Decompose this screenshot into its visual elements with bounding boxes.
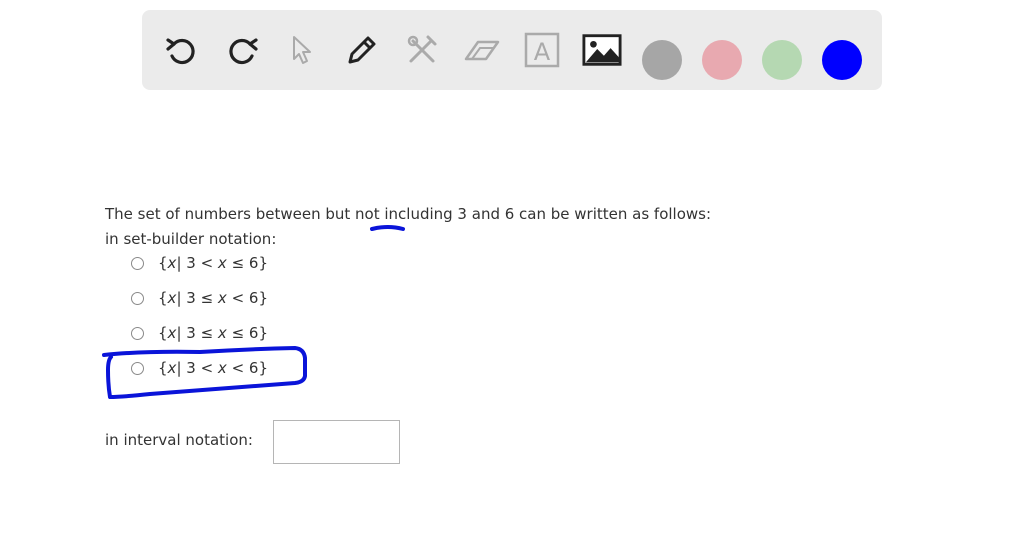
option-label: {x| 3 ≤ x < 6} bbox=[158, 289, 269, 307]
question-text: The set of numbers between but not inclu… bbox=[105, 205, 712, 223]
redo-button[interactable] bbox=[222, 30, 262, 70]
option-label: {x| 3 ≤ x ≤ 6} bbox=[158, 324, 269, 342]
color-swatch-blue[interactable] bbox=[822, 40, 862, 80]
tools-button[interactable] bbox=[402, 30, 442, 70]
option-2[interactable]: {x| 3 ≤ x < 6} bbox=[131, 286, 268, 310]
underline-annotation bbox=[370, 225, 405, 231]
eraser-icon bbox=[464, 40, 500, 61]
pointer-icon bbox=[293, 36, 311, 64]
interval-notation-input[interactable] bbox=[273, 420, 400, 464]
text-icon: A bbox=[524, 32, 560, 68]
text-tool-button[interactable]: A bbox=[522, 30, 562, 70]
image-tool-button[interactable] bbox=[582, 30, 622, 70]
select-tool-button[interactable] bbox=[282, 30, 322, 70]
pen-tool-button[interactable] bbox=[342, 30, 382, 70]
option-4[interactable]: {x| 3 < x < 6} bbox=[131, 356, 268, 380]
color-swatch-gray[interactable] bbox=[642, 40, 682, 80]
interval-notation-label: in interval notation: bbox=[105, 431, 253, 449]
redo-icon bbox=[229, 38, 258, 65]
image-icon bbox=[582, 34, 622, 66]
color-swatch-pink[interactable] bbox=[702, 40, 742, 80]
radio-button[interactable] bbox=[131, 361, 144, 375]
tools-icon bbox=[407, 35, 437, 63]
eraser-tool-button[interactable] bbox=[462, 30, 502, 70]
drawing-toolbar: A bbox=[142, 10, 882, 90]
set-builder-label: in set-builder notation: bbox=[105, 230, 277, 248]
option-1[interactable]: {x| 3 < x ≤ 6} bbox=[131, 251, 268, 275]
option-3[interactable]: {x| 3 ≤ x ≤ 6} bbox=[131, 321, 268, 345]
color-swatch-green[interactable] bbox=[762, 40, 802, 80]
option-label: {x| 3 < x < 6} bbox=[158, 359, 269, 377]
radio-button[interactable] bbox=[131, 256, 144, 270]
radio-button[interactable] bbox=[131, 326, 144, 340]
radio-button[interactable] bbox=[131, 291, 144, 305]
undo-button[interactable] bbox=[162, 30, 202, 70]
undo-icon bbox=[166, 38, 195, 65]
svg-text:A: A bbox=[534, 38, 551, 66]
pen-icon bbox=[348, 36, 376, 64]
option-label: {x| 3 < x ≤ 6} bbox=[158, 254, 269, 272]
